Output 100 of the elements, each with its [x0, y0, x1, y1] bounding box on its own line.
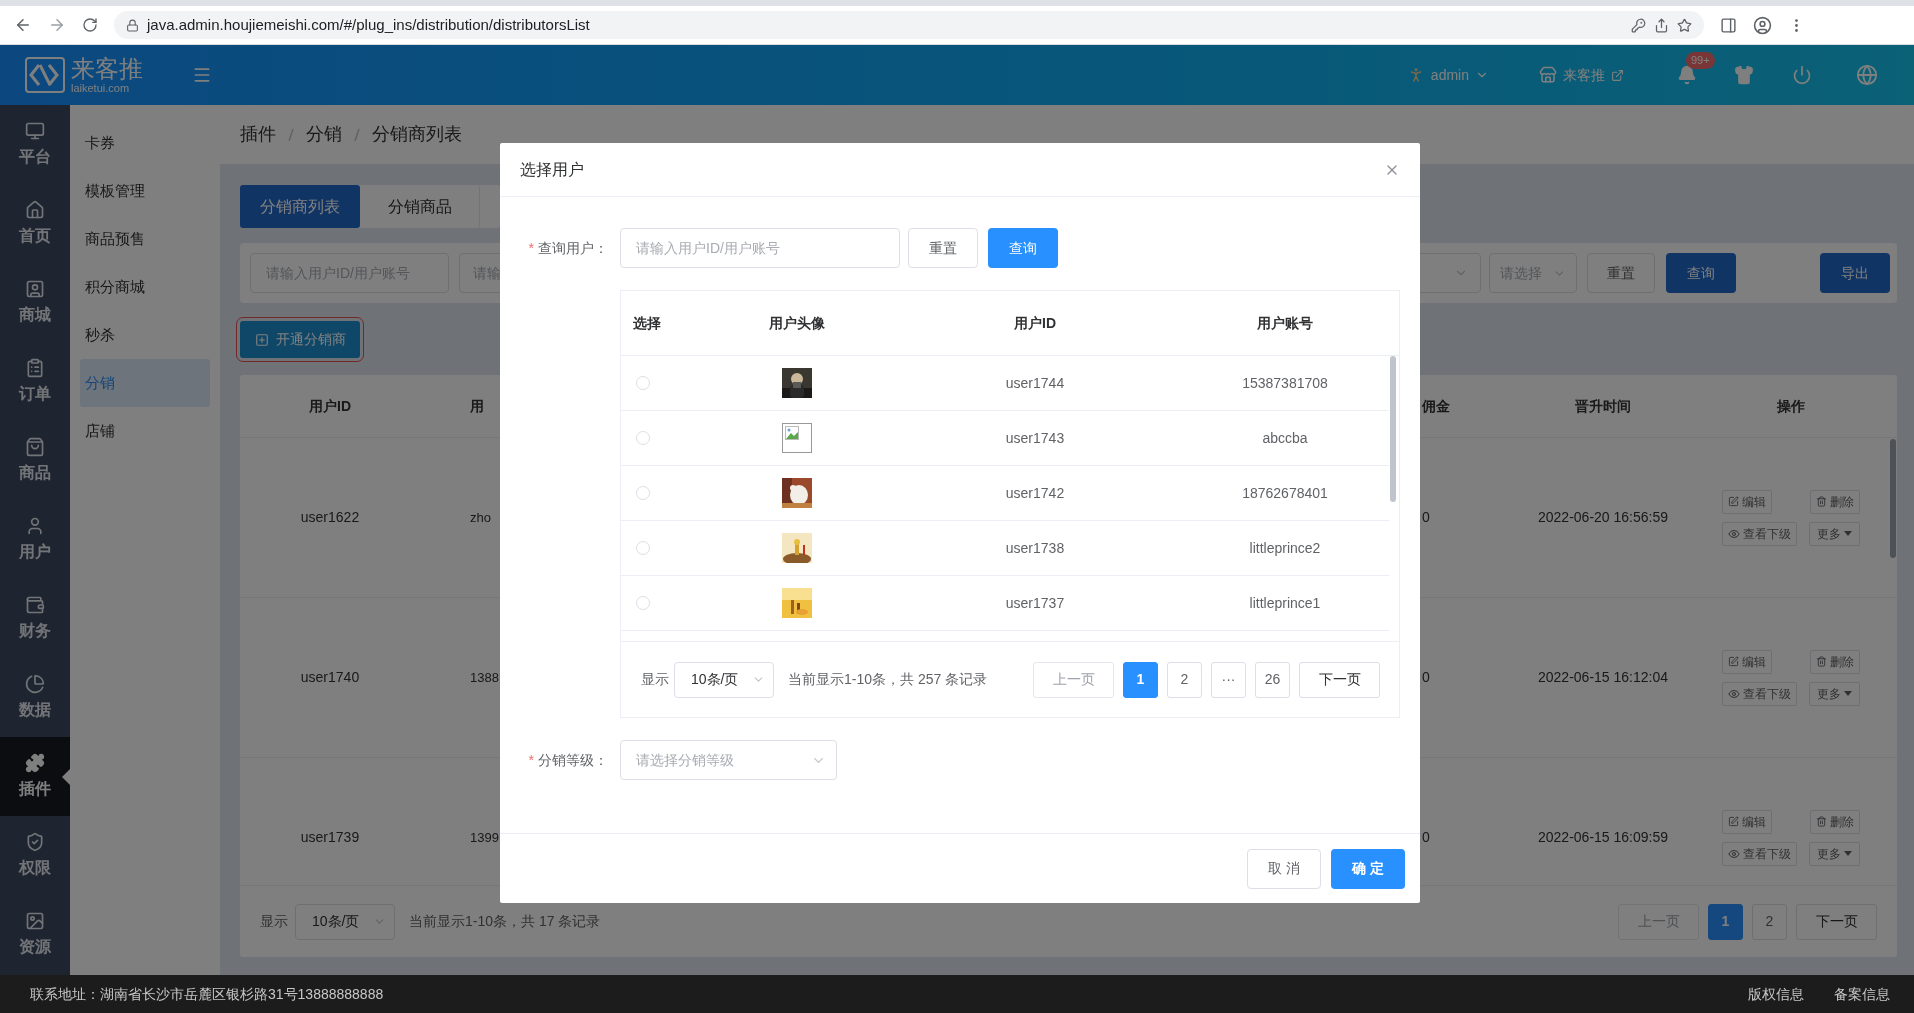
edit-button[interactable]: 编辑	[1722, 649, 1772, 674]
search-button[interactable]: 查询	[988, 228, 1058, 268]
submenu-item[interactable]: 积分商城	[80, 263, 210, 311]
next-page-button[interactable]: 下一页	[1796, 903, 1877, 940]
nav-item[interactable]: 用户	[0, 500, 70, 579]
store-link[interactable]: 来客推	[1539, 64, 1624, 86]
reset-button[interactable]: 重置	[908, 228, 978, 268]
nav-item[interactable]: 资源	[0, 895, 70, 974]
column-header: 用户账号	[1256, 313, 1314, 333]
reset-button[interactable]: 重置	[1587, 253, 1655, 293]
footer-link[interactable]: 版权信息	[1748, 983, 1804, 1005]
page-button[interactable]: ···	[1211, 661, 1246, 698]
radio-button[interactable]	[636, 431, 650, 445]
submenu-item[interactable]: 卡券	[80, 119, 210, 167]
next-page-button[interactable]: 下一页	[1299, 661, 1380, 698]
breadcrumb-item[interactable]: 分销	[306, 121, 342, 148]
table-cell-text: 0	[1422, 828, 1431, 847]
table-cell-text: 2022-06-15 16:09:59	[1537, 828, 1669, 847]
user-menu-button[interactable]: admin	[1406, 64, 1489, 86]
star-icon[interactable]	[1677, 17, 1692, 33]
level-select[interactable]: 请选择分销等级	[620, 740, 837, 780]
submenu-item[interactable]: 秒杀	[80, 311, 210, 359]
view-subordinates-button[interactable]: 查看下级	[1722, 681, 1797, 706]
notification-badge: 99+	[1686, 52, 1715, 69]
nav-item[interactable]: 平台	[0, 105, 70, 184]
page-button[interactable]: 1	[1708, 903, 1743, 940]
table-cell: 1399	[470, 830, 499, 845]
bell-icon	[1677, 65, 1697, 85]
nav-item[interactable]: 商城	[0, 263, 70, 342]
key-icon[interactable]	[1631, 17, 1646, 33]
table-cell: zho	[470, 510, 491, 525]
share-icon[interactable]	[1654, 17, 1669, 33]
cancel-button[interactable]: 取 消	[1247, 848, 1321, 889]
nav-item[interactable]: 商品	[0, 421, 70, 500]
delete-button[interactable]: 删除	[1810, 489, 1860, 514]
nav-item[interactable]: 数据	[0, 658, 70, 737]
contact-card-icon	[25, 278, 45, 299]
page-size-select[interactable]: 10条/页	[295, 903, 395, 940]
table-cell-text: 18762678401	[1241, 483, 1329, 503]
submenu-item[interactable]: 分销	[80, 359, 210, 407]
delete-button[interactable]: 删除	[1810, 809, 1860, 834]
page-button[interactable]: 2	[1752, 903, 1787, 940]
nav-item[interactable]: 插件	[0, 737, 70, 816]
monitor-icon	[25, 120, 45, 141]
back-icon[interactable]	[14, 16, 32, 34]
record-summary: 当前显示1-10条，共 257 条记录	[788, 670, 988, 689]
table-cell-text: user1622	[299, 508, 361, 527]
scrollbar[interactable]	[1390, 356, 1396, 502]
table-cell-text: user1744	[1004, 373, 1066, 393]
table-cell-text: user1742	[1004, 483, 1066, 503]
submenu-item[interactable]: 店铺	[80, 407, 210, 455]
confirm-button[interactable]: 确 定	[1331, 848, 1405, 889]
scrollbar[interactable]	[1890, 439, 1896, 558]
more-button[interactable]: 更多	[1809, 841, 1860, 866]
page-button[interactable]: 2	[1167, 661, 1202, 698]
required-mark: *	[528, 750, 534, 770]
profile-icon[interactable]	[1753, 15, 1772, 35]
store-icon	[1539, 66, 1557, 84]
logo-domain: laiketui.com	[71, 82, 131, 94]
table-cell-text: littleprince1	[1248, 593, 1322, 613]
forward-icon[interactable]	[48, 16, 66, 34]
globe-icon[interactable]	[1856, 64, 1878, 86]
page-size-select[interactable]: 10条/页	[674, 661, 774, 698]
export-button[interactable]: 导出	[1820, 253, 1890, 293]
edit-button[interactable]: 编辑	[1722, 489, 1772, 514]
side-panel-icon[interactable]	[1720, 16, 1737, 34]
nav-item[interactable]: 首页	[0, 184, 70, 263]
radio-button[interactable]	[636, 376, 650, 390]
page-button[interactable]: 1	[1123, 661, 1158, 698]
address-bar[interactable]: java.admin.houjiemeishi.com/#/plug_ins/distribution/distributorsList	[114, 11, 1704, 39]
nav-item[interactable]: 订单	[0, 342, 70, 421]
submenu-item[interactable]: 模板管理	[80, 167, 210, 215]
notification-button[interactable]	[1676, 64, 1698, 86]
page-button[interactable]: 26	[1255, 661, 1290, 698]
view-subordinates-button[interactable]: 查看下级	[1722, 521, 1797, 546]
nav-item[interactable]: 财务	[0, 579, 70, 658]
tab[interactable]: 分销商列表	[240, 185, 360, 228]
breadcrumb-item[interactable]: 插件	[240, 121, 276, 148]
search-button[interactable]: 查询	[1666, 253, 1736, 293]
reload-icon[interactable]	[82, 17, 98, 33]
radio-button[interactable]	[636, 486, 650, 500]
submenu-item[interactable]: 商品预售	[80, 215, 210, 263]
view-subordinates-button[interactable]: 查看下级	[1722, 841, 1797, 866]
placeholder-text: 请输入用户ID/用户账号	[636, 238, 780, 258]
separator-icon	[354, 127, 360, 142]
user-search-field[interactable]: 请输入用户ID/用户账号	[620, 228, 900, 268]
delete-button[interactable]: 删除	[1810, 649, 1860, 674]
required-mark: *	[528, 238, 534, 258]
shirt-icon[interactable]	[1734, 65, 1754, 85]
footer-link[interactable]: 备案信息	[1834, 983, 1890, 1005]
power-icon[interactable]	[1792, 65, 1812, 85]
radio-button[interactable]	[636, 596, 650, 610]
nav-item[interactable]: 权限	[0, 816, 70, 895]
pie-chart-icon	[25, 673, 45, 694]
table-cell-text: 0	[1422, 508, 1431, 527]
menu-icon[interactable]	[192, 65, 212, 85]
radio-button[interactable]	[636, 541, 650, 555]
more-button[interactable]: 更多	[1809, 521, 1860, 546]
edit-button[interactable]: 编辑	[1722, 809, 1772, 834]
more-button[interactable]: 更多	[1809, 681, 1860, 706]
